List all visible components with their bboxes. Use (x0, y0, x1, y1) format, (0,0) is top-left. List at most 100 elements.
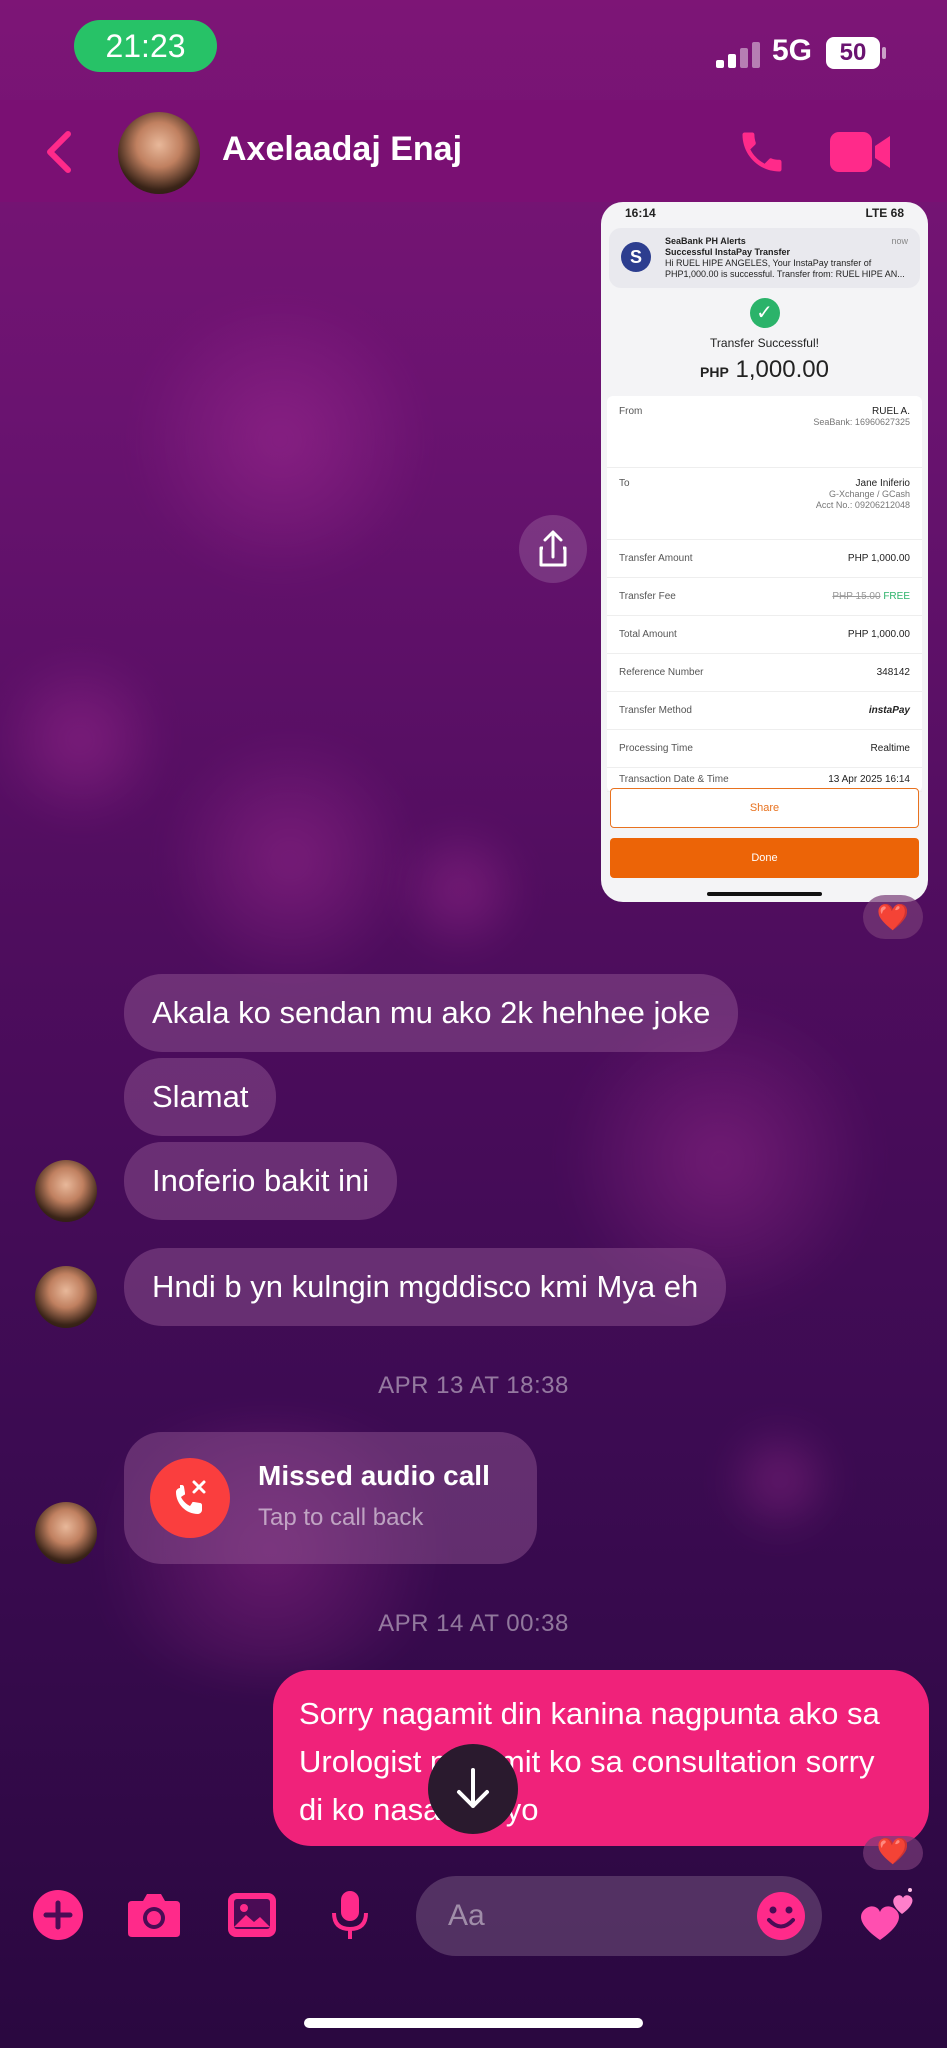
notification-app: SeaBank PH Alerts (665, 236, 746, 246)
transfer-status: Transfer Successful! (710, 336, 819, 350)
row-value: PHP 15.00 FREE (832, 591, 910, 602)
row-value: PHP 1,000.00 (847, 553, 910, 564)
row-label: Transaction Date & Time (619, 774, 729, 785)
avatar[interactable] (35, 1502, 97, 1564)
battery-tip (882, 47, 886, 59)
seabank-logo-icon: S (621, 242, 651, 272)
plus-icon[interactable] (32, 1889, 84, 1941)
row-label: To (619, 478, 630, 489)
row-value: PHP 1,000.00 (847, 629, 910, 640)
notification-body: Hi RUEL HIPE ANGELES, Your InstaPay tran… (665, 258, 905, 279)
contact-name[interactable]: Axelaadaj Enaj (222, 130, 462, 169)
row-label: Total Amount (619, 629, 677, 640)
message-bubble[interactable]: Akala ko sendan mu ako 2k hehhee joke (124, 974, 739, 1052)
receipt-row: Transfer Fee PHP 15.00 FREE (607, 578, 922, 616)
receipt-row: Reference Number 348142 (607, 654, 922, 692)
receipt-row: Total Amount PHP 1,000.00 (607, 616, 922, 654)
currency: PHP (700, 364, 729, 380)
date-separator: APR 13 AT 18:38 (378, 1372, 569, 1399)
message-bubble[interactable]: Slamat (124, 1058, 277, 1136)
video-icon[interactable] (830, 130, 892, 174)
message-input-box[interactable] (416, 1876, 822, 1956)
arrow-down-icon (457, 1768, 489, 1808)
to-bank: G-Xchange / GCash (828, 489, 910, 499)
gallery-icon[interactable] (226, 1889, 278, 1941)
bg-heart (130, 290, 430, 590)
row-label: Transfer Method (619, 705, 692, 716)
fee-free: FREE (883, 591, 910, 602)
amount-value: 1,000.00 (735, 356, 829, 383)
row-label: From (619, 406, 643, 417)
hearts-icon[interactable] (858, 1886, 918, 1942)
missed-call-title: Missed audio call (258, 1460, 490, 1491)
receipt-row: To Jane Iniferio G-Xchange / GCash Acct No… (607, 468, 922, 540)
to-account: Acct No.: 09206212048 (815, 500, 910, 510)
chat-header: Axelaadaj Enaj (0, 100, 947, 202)
outgoing-message-bubble[interactable]: Sorry nagamit din kanina nagpunta ako sa… (273, 1670, 929, 1846)
emoji-icon[interactable] (756, 1891, 806, 1941)
status-bar: 21:23 5G 50 (0, 0, 947, 100)
from-name: RUEL A. (872, 406, 910, 417)
instapay-logo: instaPay (868, 705, 910, 716)
transfer-amount: PHP 1,000.00 (601, 356, 928, 384)
notification-time: now (891, 236, 908, 246)
row-value: Realtime (870, 743, 910, 754)
message-composer (0, 1870, 947, 1960)
checkmark-icon: ✓ (749, 298, 780, 328)
bank-notification: S SeaBank PH Alerts Successful InstaPay … (609, 228, 920, 288)
message-bubble[interactable]: Hndi b yn kulngin mgddisco kmi Mya eh (124, 1248, 727, 1326)
battery-icon: 50 (826, 37, 880, 69)
row-value: RUEL A. SeaBank: 16960627325 (813, 406, 910, 428)
receipt-share-button: Share (610, 788, 919, 828)
share-button[interactable] (519, 515, 587, 583)
home-indicator (304, 2018, 643, 2028)
share-icon (539, 530, 567, 567)
phone-icon[interactable] (736, 126, 788, 178)
missed-call-icon (150, 1458, 230, 1538)
message-input[interactable] (448, 1876, 748, 1956)
row-label: Reference Number (619, 667, 704, 678)
avatar[interactable] (118, 112, 200, 194)
camera-icon[interactable] (126, 1889, 182, 1941)
receipt-row: Processing Time Realtime (607, 730, 922, 768)
network-label: 5G (772, 34, 813, 67)
row-value: 348142 (876, 667, 910, 678)
back-icon[interactable] (40, 128, 80, 176)
row-value: 13 Apr 2025 16:14 (828, 774, 910, 785)
receipt-home-indicator (707, 892, 822, 896)
scroll-down-button[interactable] (428, 1744, 518, 1834)
bg-heart (720, 1420, 840, 1540)
avatar[interactable] (35, 1266, 97, 1328)
row-label: Processing Time (619, 743, 693, 754)
receipt-done-button: Done (610, 838, 919, 878)
bg-heart (390, 820, 530, 960)
bg-heart (0, 640, 160, 840)
heart-reaction-emoji: ❤️ (876, 1836, 910, 1866)
receipt-row: Transfer Method instaPay (607, 692, 922, 730)
missed-call-card[interactable]: Missed audio call Tap to call back (124, 1432, 537, 1564)
row-label: Transfer Amount (619, 553, 693, 564)
receipt-status-time: 16:14 (625, 206, 656, 220)
notification-title: Successful InstaPay Transfer (665, 247, 791, 257)
receipt-status-right: LTE 68 (865, 206, 904, 220)
shared-image-receipt[interactable]: 16:14 LTE 68 S SeaBank PH Alerts Success… (601, 202, 928, 902)
avatar[interactable] (35, 1160, 97, 1222)
missed-call-subtitle: Tap to call back (258, 1504, 424, 1531)
message-bubble[interactable]: Inoferio bakit ini (124, 1142, 398, 1220)
receipt-row: From RUEL A. SeaBank: 16960627325 (607, 396, 922, 468)
receipt-status-bar: 16:14 LTE 68 (601, 202, 928, 226)
from-account: SeaBank: 16960627325 (813, 417, 910, 427)
row-label: Transfer Fee (619, 591, 676, 602)
status-time: 21:23 (74, 20, 217, 72)
receipt-details: From RUEL A. SeaBank: 16960627325 To Jane… (607, 396, 922, 792)
bg-heart (160, 730, 420, 990)
receipt-row: Transfer Amount PHP 1,000.00 (607, 540, 922, 578)
date-separator: APR 14 AT 00:38 (378, 1610, 569, 1637)
heart-reaction[interactable]: ❤️ (863, 895, 923, 939)
mic-icon[interactable] (324, 1889, 376, 1941)
row-value: Jane Iniferio G-Xchange / GCash Acct No.: … (816, 478, 910, 511)
heart-reaction[interactable]: ❤️ (863, 1836, 923, 1870)
to-name: Jane Iniferio (855, 478, 910, 489)
signal-icon (716, 40, 764, 68)
fee-original: PHP 15.00 (832, 591, 881, 602)
